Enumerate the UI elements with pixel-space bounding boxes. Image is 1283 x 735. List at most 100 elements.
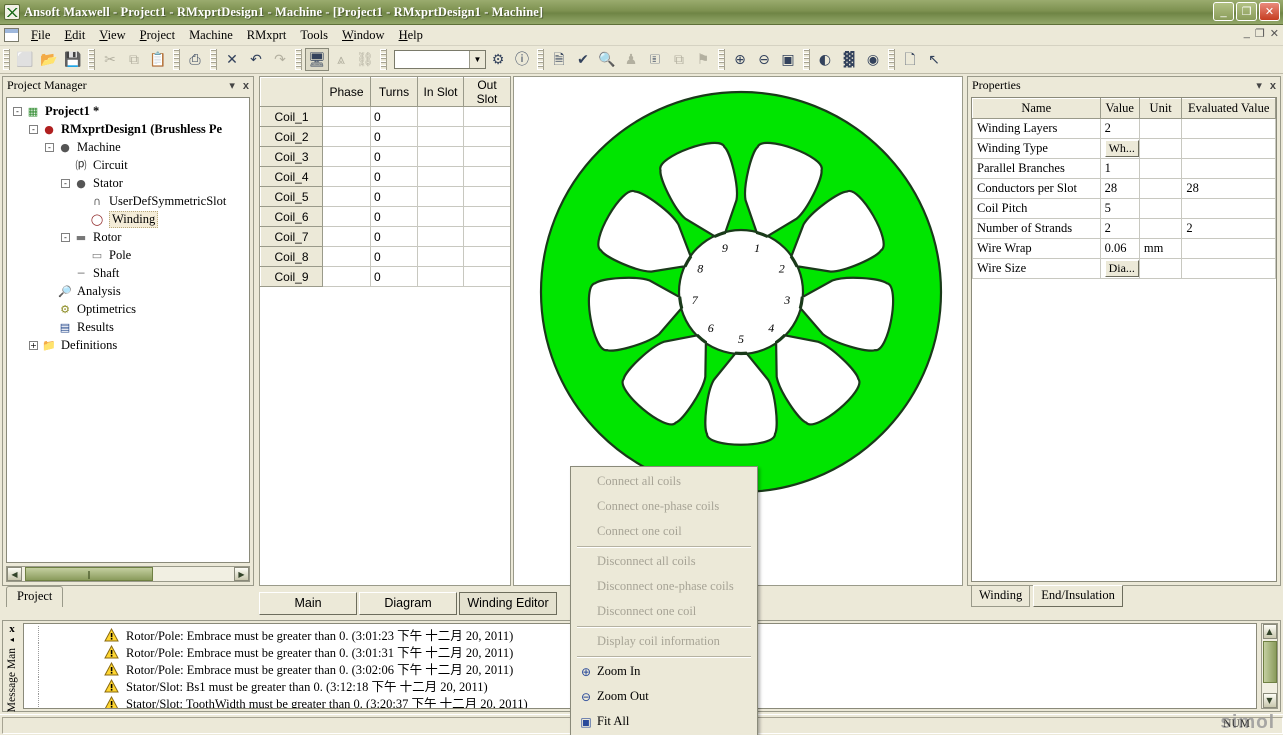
coil-cell-phase[interactable] (322, 106, 371, 127)
whats-this-help-icon[interactable]: ↖ (922, 48, 946, 71)
tree-node[interactable]: 🔎 Analysis (9, 282, 247, 300)
coil-cell-phase[interactable] (322, 126, 371, 147)
coil-cell-phase[interactable] (322, 146, 371, 167)
coil-cell-out-slot[interactable] (463, 186, 510, 207)
tab-diagram[interactable]: Diagram (359, 592, 457, 615)
coil-cell-turns[interactable]: 0 (370, 266, 418, 287)
coil-cell-out-slot[interactable] (463, 246, 510, 267)
tree-node[interactable]: ∩ UserDefSymmetricSlot (9, 192, 247, 210)
tree-node[interactable]: + 📁 Definitions (9, 336, 247, 354)
collapse-icon[interactable]: - (45, 142, 54, 152)
coil-cell-in-slot[interactable] (417, 106, 464, 127)
new-document-icon[interactable]: ⬜ (13, 48, 37, 71)
save-icon[interactable]: 💾 (61, 48, 85, 71)
fit-all-icon[interactable]: ▣ (776, 48, 800, 71)
toolbar-grip[interactable] (537, 49, 544, 70)
property-value[interactable]: 0.06 (1099, 238, 1140, 259)
property-row[interactable]: Parallel Branches 1 (972, 158, 1276, 179)
properties-pin-icon[interactable]: ▾ (1252, 79, 1266, 92)
coil-cell-in-slot[interactable] (417, 266, 464, 287)
tree-node[interactable]: ⚙ Optimetrics (9, 300, 247, 318)
collapse-icon[interactable]: - (13, 106, 22, 116)
context-help-icon[interactable]: 🗋 (898, 48, 922, 71)
menu-view[interactable]: View (92, 26, 132, 45)
auto-hide-pin-icon[interactable]: ▾ (225, 79, 239, 92)
property-column-header[interactable]: Evaluated Value (1181, 98, 1276, 119)
coil-table-row[interactable]: Coil_3 0 (260, 146, 510, 167)
coil-cell-out-slot[interactable] (463, 146, 510, 167)
message-manager-collapse-icon[interactable]: ◂ (10, 635, 14, 644)
coil-cell-phase[interactable] (322, 206, 371, 227)
field-overlay-icon[interactable]: ◐ (813, 48, 837, 71)
scroll-right-button[interactable]: ▶ (234, 567, 249, 581)
coil-cell-phase[interactable] (322, 246, 371, 267)
property-column-header[interactable]: Unit (1138, 98, 1183, 119)
properties-tab-winding[interactable]: Winding (971, 585, 1031, 607)
property-value[interactable]: Dia... (1099, 258, 1140, 279)
coil-cell-turns[interactable]: 0 (370, 106, 418, 127)
properties-close-icon[interactable]: x (1266, 80, 1280, 92)
coil-table-row[interactable]: Coil_7 0 (260, 226, 510, 247)
menu-item-zoom-in[interactable]: ⊕ Zoom In (571, 659, 757, 684)
open-folder-icon[interactable]: 📂 (37, 48, 61, 71)
tab-project[interactable]: Project (6, 586, 64, 607)
coil-table-row[interactable]: Coil_1 0 (260, 106, 510, 127)
tree-node[interactable]: - ▦ Project1 * (9, 102, 247, 120)
coil-column-header[interactable]: Out Slot (463, 77, 510, 107)
property-row[interactable]: Wire Size Dia... (972, 258, 1276, 279)
property-row[interactable]: Winding Layers 2 (972, 118, 1276, 139)
coil-cell-out-slot[interactable] (463, 266, 510, 287)
tree-node[interactable]: - ● Machine (9, 138, 247, 156)
coil-cell-out-slot[interactable] (463, 106, 510, 127)
coil-cell-turns[interactable]: 0 (370, 226, 418, 247)
plot-fields-icon[interactable]: ▓ (837, 48, 861, 71)
coil-table-row[interactable]: Coil_9 0 (260, 266, 510, 287)
close-button[interactable]: ✕ (1259, 2, 1280, 21)
message-manager-close-icon[interactable]: x (9, 623, 15, 635)
project-manager-close-icon[interactable]: x (239, 80, 253, 92)
scroll-left-button[interactable]: ◀ (7, 567, 22, 581)
coil-cell-turns[interactable]: 0 (370, 186, 418, 207)
toolbar-grip[interactable] (173, 49, 180, 70)
menu-machine[interactable]: Machine (182, 26, 240, 45)
mdi-restore-button[interactable]: ❐ (1255, 27, 1265, 40)
coil-table-row[interactable]: Coil_6 0 (260, 206, 510, 227)
collapse-icon[interactable]: - (61, 178, 70, 188)
toolbar-combo-input[interactable] (395, 51, 469, 68)
menu-window[interactable]: Window (335, 26, 392, 45)
coil-cell-turns[interactable]: 0 (370, 146, 418, 167)
properties-tab-end-insulation[interactable]: End/Insulation (1033, 585, 1123, 607)
coil-cell-in-slot[interactable] (417, 166, 464, 187)
toolbar-combo[interactable]: ▼ (394, 50, 486, 69)
property-value[interactable]: 28 (1099, 178, 1140, 199)
print-icon[interactable]: ⎙ (183, 48, 207, 71)
toolbar-grip[interactable] (210, 49, 217, 70)
message-list-vscrollbar[interactable]: ▲ ▼ (1261, 623, 1278, 709)
coil-cell-in-slot[interactable] (417, 126, 464, 147)
coil-table-row[interactable]: Coil_8 0 (260, 246, 510, 267)
menu-rmxprt[interactable]: RMxprt (240, 26, 294, 45)
menu-item-zoom-out[interactable]: ⊖ Zoom Out (571, 684, 757, 709)
property-value[interactable]: 1 (1099, 158, 1140, 179)
mdi-minimize-button[interactable]: _ (1244, 27, 1250, 40)
property-row[interactable]: Number of Strands 2 2 (972, 218, 1276, 239)
zoom-in-icon[interactable]: ⊕ (728, 48, 752, 71)
delete-icon[interactable]: ✕ (220, 48, 244, 71)
coil-table-row[interactable]: Coil_4 0 (260, 166, 510, 187)
property-row[interactable]: Coil Pitch 5 (972, 198, 1276, 219)
vscroll-thumb[interactable] (1262, 641, 1277, 683)
tree-node[interactable]: ▤ Results (9, 318, 247, 336)
menu-project[interactable]: Project (133, 26, 182, 45)
coil-column-header[interactable]: In Slot (417, 77, 464, 107)
coil-cell-phase[interactable] (322, 226, 371, 247)
project-tree-hscrollbar[interactable]: ◀ ‖ ▶ (6, 566, 250, 582)
property-value-button[interactable]: Dia... (1104, 260, 1139, 277)
coil-table-row[interactable]: Coil_5 0 (260, 186, 510, 207)
design-settings-icon[interactable]: ⚙ (486, 48, 510, 71)
animate-icon[interactable]: ◉ (861, 48, 885, 71)
coil-cell-in-slot[interactable] (417, 146, 464, 167)
chevron-down-icon[interactable]: ▼ (469, 51, 485, 68)
property-value[interactable]: 2 (1099, 118, 1140, 139)
property-value[interactable]: 2 (1099, 218, 1140, 239)
toolbar-grip[interactable] (3, 49, 10, 70)
